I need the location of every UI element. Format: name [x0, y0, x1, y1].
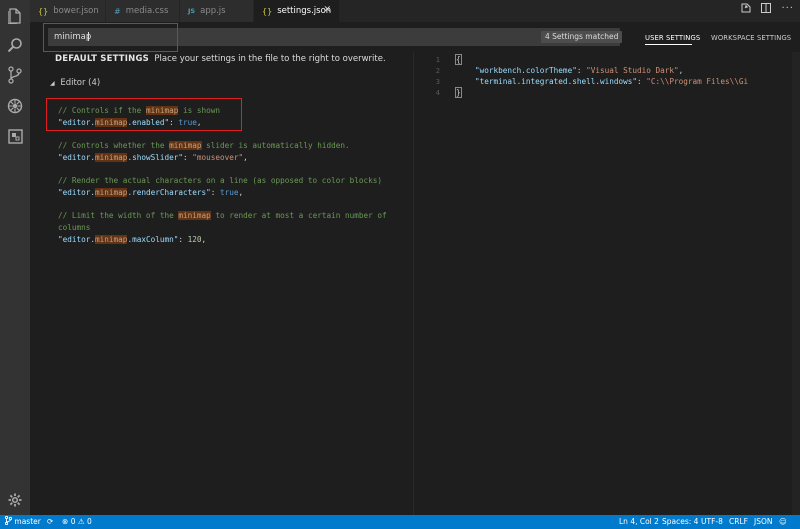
code-line[interactable]: } [455, 87, 462, 98]
json-file-icon: {} [38, 6, 49, 16]
default-settings-subtitle: Place your settings in the file to the r… [154, 54, 386, 64]
language-mode[interactable]: JSON [754, 515, 773, 529]
more-actions-icon[interactable]: ··· [781, 3, 794, 16]
setting-line[interactable]: "editor.minimap.showSlider": "mouseover"… [58, 153, 248, 162]
tab-settings-json[interactable]: {} settings.json ✕ [254, 0, 340, 22]
settings-matched-badge: 4 Settings matched [541, 31, 623, 43]
tab-bower-json[interactable]: {} bower.json [30, 0, 106, 22]
indentation-status[interactable]: Spaces: 4 [662, 515, 698, 529]
problems-status[interactable]: ⊗ 0 ⚠ 0 [62, 515, 92, 529]
line-number: 2 [435, 67, 440, 75]
collapse-triangle-icon: ◢ [50, 80, 55, 87]
search-highlight-box [43, 23, 178, 52]
line-number: 3 [435, 78, 440, 86]
error-icon: ⊗ [62, 517, 69, 526]
line-number: 1 [435, 56, 440, 64]
warning-icon: ⚠ [77, 517, 85, 526]
code-line[interactable]: "terminal.integrated.shell.windows": "C:… [475, 77, 748, 86]
extensions-icon[interactable] [4, 125, 26, 147]
split-editor-icon[interactable] [761, 3, 772, 16]
warning-count: 0 [86, 517, 92, 526]
vertical-scrollbar[interactable] [792, 52, 800, 515]
explorer-icon[interactable] [4, 5, 26, 27]
status-bar: master ⟳ ⊗ 0 ⚠ 0 Ln 4, Col 2 Spaces: 4 U… [0, 515, 800, 529]
setting-comment-continued: columns [58, 223, 91, 232]
tab-workspace-settings[interactable]: WORKSPACE SETTINGS [711, 34, 791, 42]
editor-actions: ··· [741, 3, 794, 16]
tab-label: bower.json [53, 6, 99, 16]
encoding-status[interactable]: UTF-8 [701, 515, 723, 529]
tab-label: media.css [125, 6, 169, 16]
branch-icon [4, 515, 14, 526]
code-line[interactable]: "workbench.colorTheme": "Visual Studio D… [475, 66, 683, 75]
active-tab-underline [645, 44, 692, 45]
line-number: 4 [435, 89, 440, 97]
code-line[interactable]: { [455, 54, 462, 65]
search-icon[interactable] [4, 34, 26, 56]
tab-media-css[interactable]: # media.css [106, 0, 180, 22]
settings-gear-icon[interactable] [4, 489, 26, 511]
setting-comment: // Limit the width of the minimap to ren… [58, 211, 387, 220]
eol-status[interactable]: CRLF [729, 515, 748, 529]
editor-section-header[interactable]: ◢ Editor (4) [50, 78, 100, 88]
branch-status[interactable]: master [4, 515, 41, 529]
feedback-icon[interactable]: ☺ [779, 515, 787, 529]
js-file-icon: JS [188, 7, 196, 15]
setting-highlight-box [46, 98, 242, 131]
cursor-position[interactable]: Ln 4, Col 2 [619, 515, 659, 529]
debug-icon[interactable] [4, 95, 26, 117]
activity-bar [0, 0, 30, 515]
error-count: 0 [70, 517, 76, 526]
tab-user-settings[interactable]: USER SETTINGS [645, 34, 700, 42]
section-label: Editor (4) [60, 78, 101, 88]
branch-label: master [14, 517, 41, 526]
json-file-icon: {} [262, 6, 273, 16]
setting-comment: // Render the actual characters on a lin… [58, 176, 382, 185]
editor-tab-bar: {} bower.json # media.css JS app.js {} s… [30, 0, 800, 22]
open-file-icon[interactable] [741, 3, 751, 16]
setting-line[interactable]: "editor.minimap.maxColumn": 120, [58, 235, 206, 244]
setting-comment: // Controls whether the minimap slider i… [58, 141, 350, 150]
tab-label: app.js [200, 6, 226, 16]
close-icon[interactable]: ✕ [323, 5, 331, 15]
sync-icon[interactable]: ⟳ [47, 515, 53, 529]
css-file-icon: # [114, 6, 121, 16]
tab-app-js[interactable]: JS app.js [180, 0, 254, 22]
setting-line[interactable]: "editor.minimap.renderCharacters": true, [58, 188, 243, 197]
user-settings-editor[interactable] [414, 52, 800, 515]
default-settings-title: DEFAULT SETTINGS [55, 54, 149, 64]
source-control-icon[interactable] [4, 64, 26, 86]
default-settings-header: DEFAULT SETTINGS Place your settings in … [55, 54, 386, 64]
